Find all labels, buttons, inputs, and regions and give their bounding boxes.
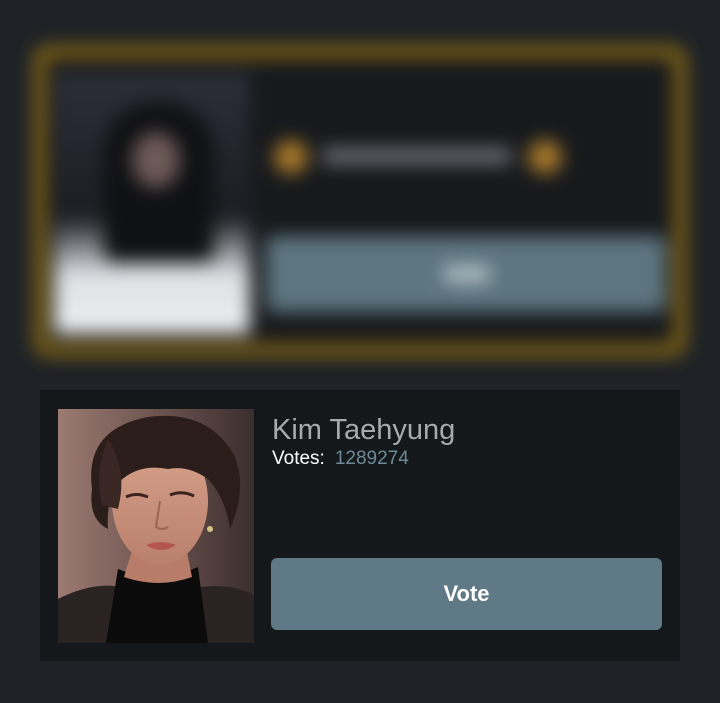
blurred-name-text (322, 148, 512, 164)
votes-row: Votes: 1289274 (272, 448, 409, 470)
vote-button[interactable]: Vote (271, 558, 662, 630)
blurred-title-row (274, 136, 564, 176)
candidate-card: Kim Taehyung Votes: 1289274 Vote (40, 390, 680, 661)
votes-count: 1289274 (334, 448, 409, 469)
votes-label: Votes: (272, 448, 325, 469)
blurred-face (132, 132, 180, 188)
blurred-badge-icon (528, 140, 562, 174)
candidate-photo (58, 409, 254, 643)
blurred-candidate-photo (54, 72, 250, 334)
blurred-badge-icon (274, 140, 308, 174)
blurred-vote-button (266, 236, 666, 312)
blurred-candidate-card (34, 46, 686, 356)
portrait-photo-icon (58, 409, 254, 643)
candidate-name: Kim Taehyung (272, 414, 456, 446)
blurred-button-label (444, 266, 490, 282)
page: Kim Taehyung Votes: 1289274 Vote (0, 0, 720, 703)
